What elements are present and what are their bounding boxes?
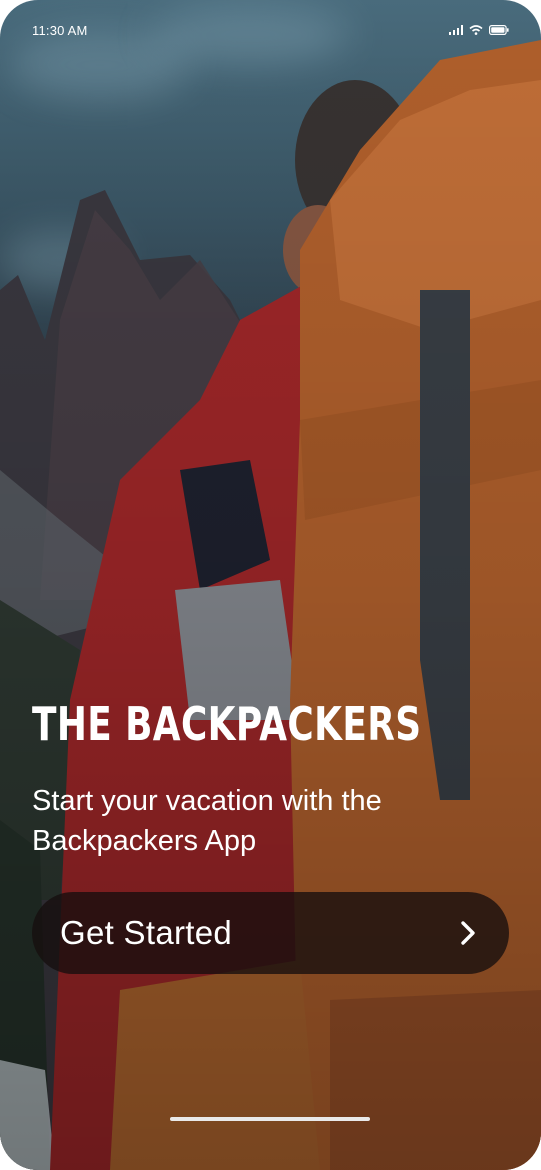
chevron-right-icon xyxy=(459,919,477,947)
status-icons xyxy=(449,25,509,35)
home-indicator[interactable] xyxy=(170,1117,370,1121)
background-image xyxy=(0,0,541,1170)
splash-screen: 11:30 AM THE BACKPACKERS Start your vaca… xyxy=(0,0,541,1170)
status-time: 11:30 AM xyxy=(32,22,88,38)
wifi-icon xyxy=(469,25,483,35)
get-started-label: Get Started xyxy=(60,914,233,951)
battery-icon xyxy=(489,25,509,35)
status-bar: 11:30 AM xyxy=(0,0,541,60)
hero-content: THE BACKPACKERS Start your vacation with… xyxy=(32,698,509,861)
app-title: THE BACKPACKERS xyxy=(32,697,422,751)
cellular-signal-icon xyxy=(449,25,463,35)
get-started-button[interactable]: Get Started xyxy=(32,892,509,974)
app-subtitle: Start your vacation with the Backpackers… xyxy=(32,784,382,857)
